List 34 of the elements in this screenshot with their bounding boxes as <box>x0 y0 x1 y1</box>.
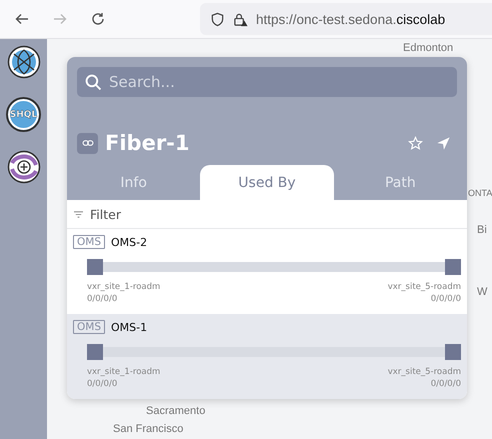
endpoint-name-label: vxr_site_5-roadm <box>388 282 461 292</box>
map-label: San Francisco <box>113 423 184 435</box>
port-label: 0/0/0/0 <box>87 294 118 304</box>
endpoint-name-label: vxr_site_5-roadm <box>388 367 461 377</box>
star-icon[interactable] <box>408 136 423 150</box>
filter-label[interactable]: Filter <box>90 206 121 222</box>
service-name: OMS-1 <box>111 320 148 334</box>
globe-icon[interactable] <box>6 45 40 79</box>
add-circle-icon[interactable] <box>6 150 40 184</box>
service-row[interactable]: OMS OMS-1 vxr_site_1-roadm 0/0/0/0 vxr_site_5-roadm 0/0/0/0 <box>67 314 467 399</box>
reload-icon[interactable] <box>90 11 106 27</box>
url-text[interactable]: https://onc-test.sedona.ciscolab <box>256 12 446 26</box>
address-bar[interactable]: https://onc-test.sedona.ciscolab <box>200 3 492 35</box>
type-badge: OMS <box>73 320 105 334</box>
filter-icon[interactable] <box>73 210 84 218</box>
search-icon <box>85 74 102 90</box>
map-label: Sacramento <box>146 405 206 417</box>
service-row[interactable]: OMS OMS-2 vxr_site_1-roadm 0/0/0/0 vxr_site_5-roadm 0/0/0/0 <box>67 229 467 314</box>
endpoint-name-label: vxr_site_1-roadm <box>87 367 160 377</box>
link-icon <box>77 132 98 154</box>
panel-title: Fiber-1 <box>105 131 191 155</box>
map-label: ONTA <box>468 188 492 198</box>
port-label: 0/0/0/0 <box>430 294 461 304</box>
type-badge: OMS <box>73 235 105 249</box>
lock-warning-icon[interactable] <box>233 12 248 26</box>
map-label: Bi <box>477 224 487 236</box>
map-label: Edmonton <box>403 42 454 54</box>
port-label: 0/0/0/0 <box>87 379 118 389</box>
shield-icon[interactable] <box>210 12 225 26</box>
endpoint-name-label: vxr_site_1-roadm <box>87 282 160 292</box>
port-label: 0/0/0/0 <box>430 379 461 389</box>
service-name: OMS-2 <box>111 236 148 248</box>
tab[interactable]: Used By <box>200 165 334 200</box>
map-label: W <box>477 286 488 298</box>
